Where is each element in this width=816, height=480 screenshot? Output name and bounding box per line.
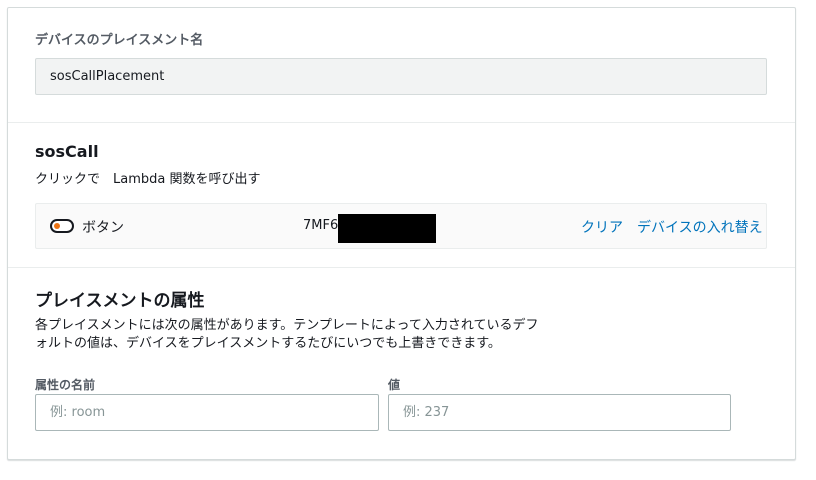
attribute-name-input[interactable] [35, 394, 379, 431]
redacted-device-id [338, 214, 436, 243]
section-divider [8, 267, 795, 268]
section-divider [8, 122, 795, 123]
attribute-name-label: 属性の名前 [35, 378, 96, 392]
device-section-description: クリックで Lambda 関数を呼び出す [35, 172, 261, 187]
attribute-value-label: 値 [388, 378, 401, 392]
replace-device-link[interactable]: デバイスの入れ替え [637, 217, 763, 237]
attributes-section-title: プレイスメントの属性 [35, 291, 205, 311]
device-id: 7MF6. [303, 218, 343, 233]
clear-device-link[interactable]: クリア [581, 217, 623, 237]
placement-name-field: sosCallPlacement [35, 58, 767, 95]
attribute-value-input[interactable] [388, 394, 731, 431]
device-section-title: sosCall [35, 142, 99, 161]
placement-card: デバイスのプレイスメント名 sosCallPlacement sosCall ク… [7, 7, 796, 460]
device-type-label: ボタン [82, 220, 124, 236]
attributes-description-line1: 各プレイスメントには次の属性があります。テンプレートによって入力されているデフ [35, 318, 539, 333]
toggle-switch-icon [50, 219, 74, 233]
placement-name-label: デバイスのプレイスメント名 [35, 33, 204, 48]
attributes-description-line2: ォルトの値は、デバイスをプレイスメントするたびにいつでも上書きできます。 [35, 336, 501, 351]
device-row: ボタン 7MF6. クリア デバイスの入れ替え [35, 203, 767, 249]
